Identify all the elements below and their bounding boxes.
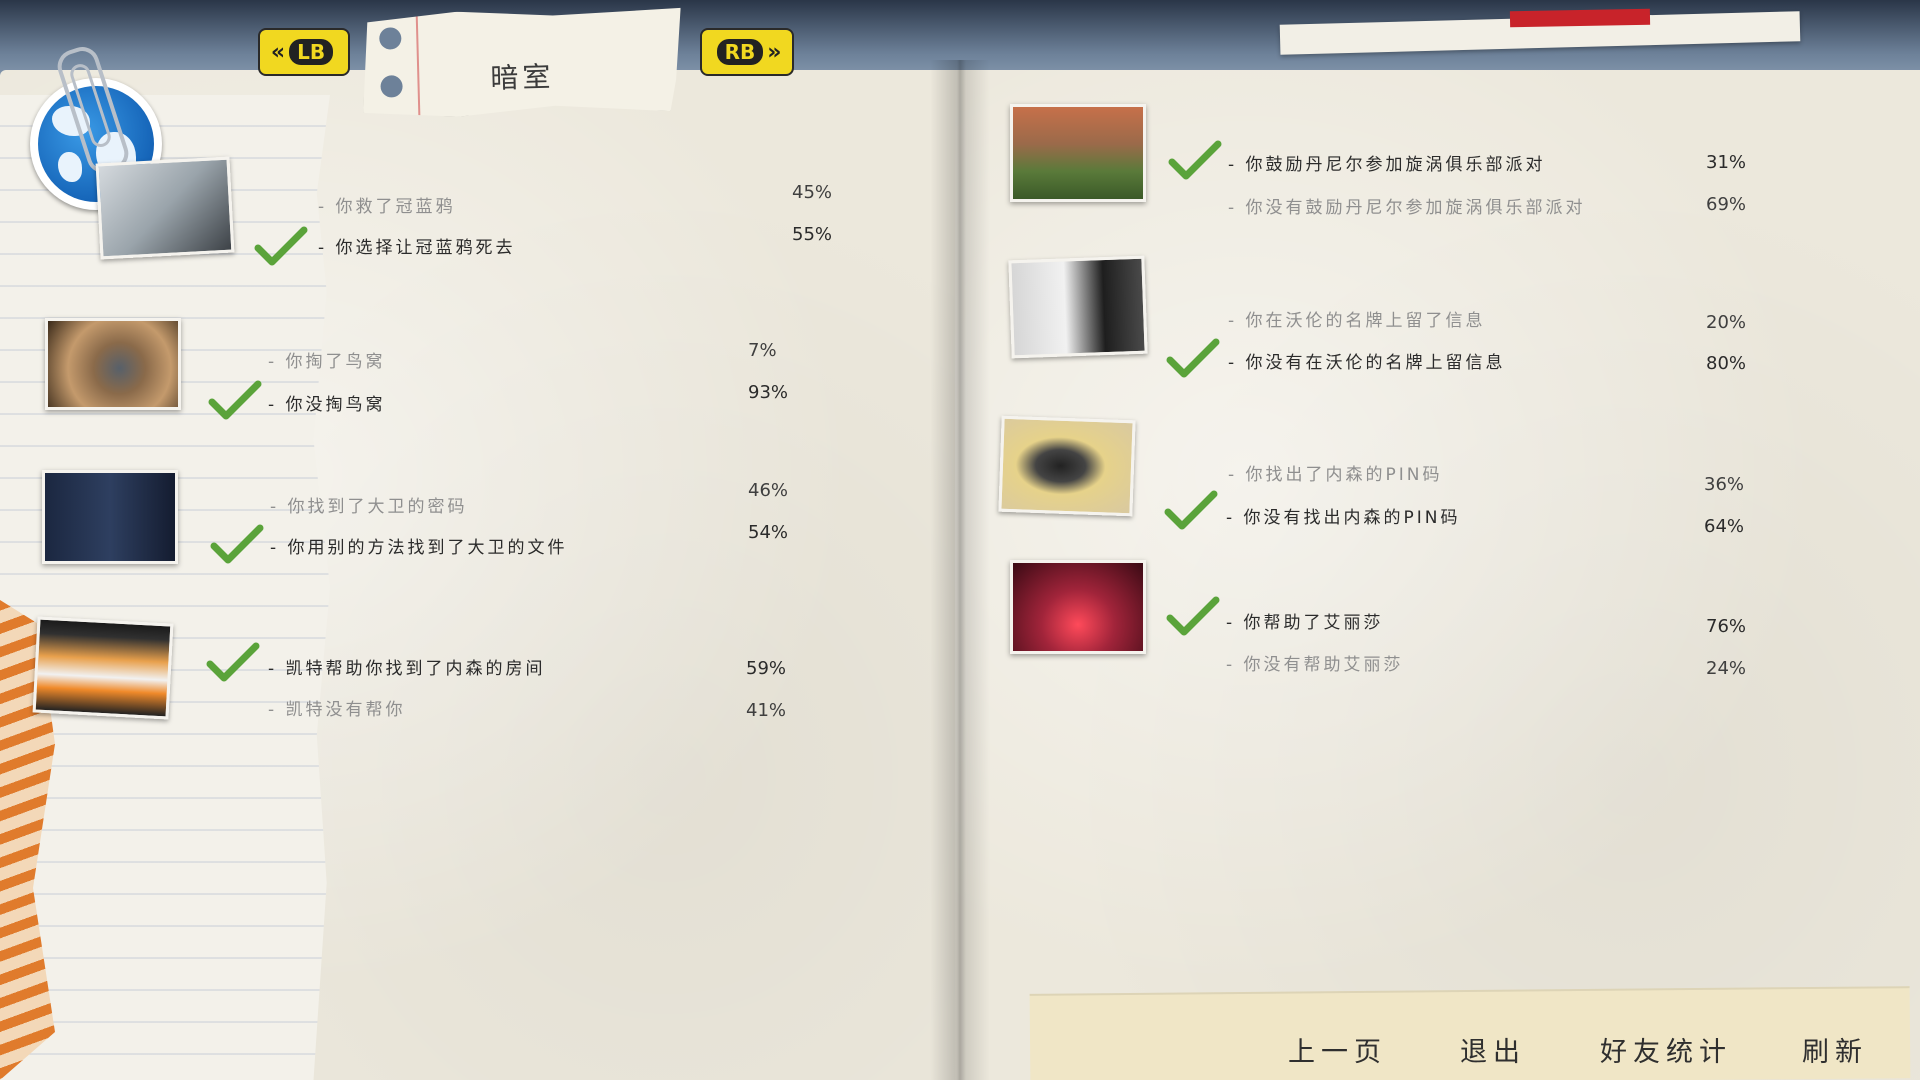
- choice-percent: 45%: [792, 182, 833, 203]
- refresh-button[interactable]: 刷新: [1802, 1030, 1868, 1069]
- lb-label: LB: [289, 39, 334, 65]
- choice-text: - 你掏了鸟窝: [268, 352, 386, 372]
- choice-percent: 55%: [792, 224, 833, 245]
- choice-percent: 93%: [748, 382, 789, 403]
- checkmark-icon: [206, 642, 260, 682]
- choice-percent: 54%: [748, 522, 789, 543]
- lb-prev-tab-button[interactable]: « LB: [258, 28, 350, 76]
- pool-photo: [1010, 560, 1146, 654]
- choice-percent: 46%: [748, 480, 789, 501]
- choice-text: - 凯特帮助你找到了内森的房间: [268, 659, 546, 679]
- checkmark-icon: [1164, 490, 1218, 530]
- door-sign-photo: [1008, 255, 1148, 359]
- checkmark-icon: [210, 524, 264, 564]
- rb-next-tab-button[interactable]: RB »: [700, 28, 794, 76]
- choice-text: - 你帮助了艾丽莎: [1226, 613, 1384, 633]
- page-title: 暗室: [489, 60, 555, 95]
- checkmark-icon: [254, 226, 308, 266]
- choice-percent: 20%: [1706, 312, 1747, 333]
- choice-text: - 你没掏鸟窝: [268, 395, 386, 415]
- choice-text: - 你鼓励丹尼尔参加旋涡俱乐部派对: [1228, 155, 1546, 175]
- checkmark-icon: [1166, 338, 1220, 378]
- choice-text: - 你在沃伦的名牌上留了信息: [1228, 311, 1486, 331]
- choice-text: - 你选择让冠蓝鸦死去: [318, 238, 516, 258]
- choice-percent: 41%: [746, 700, 787, 721]
- choice-text: - 你找到了大卫的密码: [270, 497, 468, 517]
- choice-text: - 你没有找出内森的PIN码: [1226, 508, 1461, 528]
- choice-percent: 59%: [746, 658, 787, 679]
- laptop-photo: [32, 616, 174, 720]
- journal-spine: [930, 60, 990, 1080]
- choice-text: - 你没有鼓励丹尼尔参加旋涡俱乐部派对: [1228, 198, 1586, 218]
- blue-jay-photo: [95, 156, 235, 260]
- exit-button[interactable]: 退出: [1460, 1030, 1526, 1069]
- yard-photo: [1010, 104, 1146, 202]
- choice-percent: 7%: [748, 340, 777, 361]
- choice-text: - 你没有帮助艾丽莎: [1226, 655, 1404, 675]
- locker-photo: [42, 470, 178, 564]
- checkmark-icon: [1168, 140, 1222, 180]
- friend-stats-button[interactable]: 好友统计: [1600, 1030, 1732, 1069]
- choice-text: - 凯特没有帮你: [268, 700, 406, 720]
- phone-photo: [998, 415, 1136, 517]
- title-note: 暗室: [361, 6, 684, 119]
- bird-nest-photo: [45, 318, 181, 410]
- double-chevron-right-icon: »: [767, 39, 782, 65]
- choice-percent: 80%: [1706, 353, 1747, 374]
- choice-percent: 36%: [1704, 474, 1745, 495]
- prev-page-button[interactable]: 上一页: [1288, 1030, 1387, 1069]
- choice-percent: 64%: [1704, 516, 1745, 537]
- choice-text: - 你救了冠蓝鸦: [318, 197, 456, 217]
- choice-percent: 31%: [1706, 152, 1747, 173]
- checkmark-icon: [1166, 596, 1220, 636]
- double-chevron-left-icon: «: [270, 39, 286, 65]
- choice-text: - 你用别的方法找到了大卫的文件: [270, 538, 568, 558]
- background-red-strip: [1509, 8, 1651, 28]
- choice-percent: 24%: [1706, 658, 1747, 679]
- choice-percent: 69%: [1706, 194, 1747, 215]
- rb-label: RB: [716, 39, 764, 65]
- choice-text: - 你找出了内森的PIN码: [1228, 465, 1443, 485]
- checkmark-icon: [208, 380, 262, 420]
- choice-text: - 你没有在沃伦的名牌上留信息: [1228, 353, 1506, 373]
- punch-hole: [379, 27, 402, 50]
- choice-percent: 76%: [1706, 616, 1747, 637]
